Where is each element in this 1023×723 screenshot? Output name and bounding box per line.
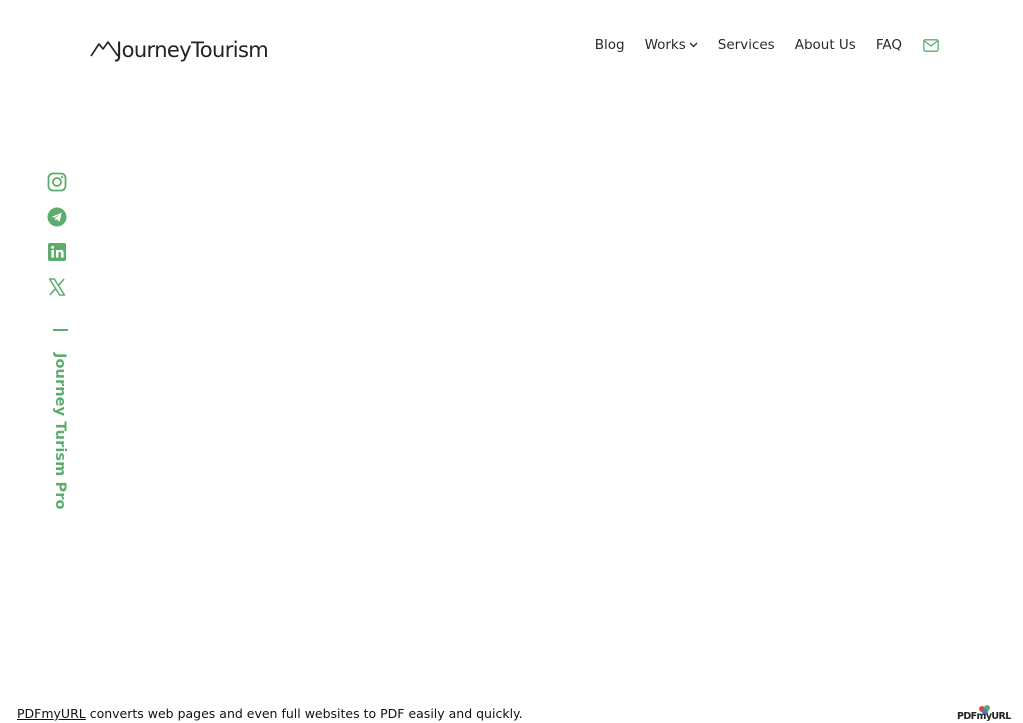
nav-services[interactable]: Services <box>718 36 775 54</box>
nav-faq[interactable]: FAQ <box>876 36 902 54</box>
nav-works[interactable]: Works <box>645 36 698 54</box>
nav-about-us[interactable]: About Us <box>795 36 856 54</box>
instagram-icon[interactable] <box>47 172 67 192</box>
main-nav: Blog Works Services About Us FAQ <box>595 36 939 54</box>
footer-message: converts web pages and even full website… <box>85 706 523 721</box>
telegram-icon[interactable] <box>47 207 67 227</box>
logo-text: JourneyTourism <box>116 38 269 62</box>
footer-note: PDFmyURL converts web pages and even ful… <box>17 706 523 721</box>
mail-icon[interactable] <box>923 38 939 52</box>
linkedin-icon[interactable] <box>47 242 67 262</box>
badge-text: PDFmyURL <box>957 711 1011 722</box>
chevron-down-icon <box>689 42 698 48</box>
nav-works-label: Works <box>644 37 686 53</box>
social-sidebar <box>47 172 69 312</box>
pdfmyurl-badge[interactable]: PDFmyURL <box>957 705 1011 722</box>
site-logo[interactable]: JourneyTourism <box>90 31 269 62</box>
pdfmyurl-link[interactable]: PDFmyURL <box>17 706 86 721</box>
vertical-brand-text: Journey Turism Pro <box>52 353 68 510</box>
x-icon[interactable] <box>47 277 67 297</box>
sidebar-divider <box>53 329 68 331</box>
nav-blog[interactable]: Blog <box>595 36 625 54</box>
site-header: JourneyTourism Blog Works Services About… <box>0 0 1023 90</box>
